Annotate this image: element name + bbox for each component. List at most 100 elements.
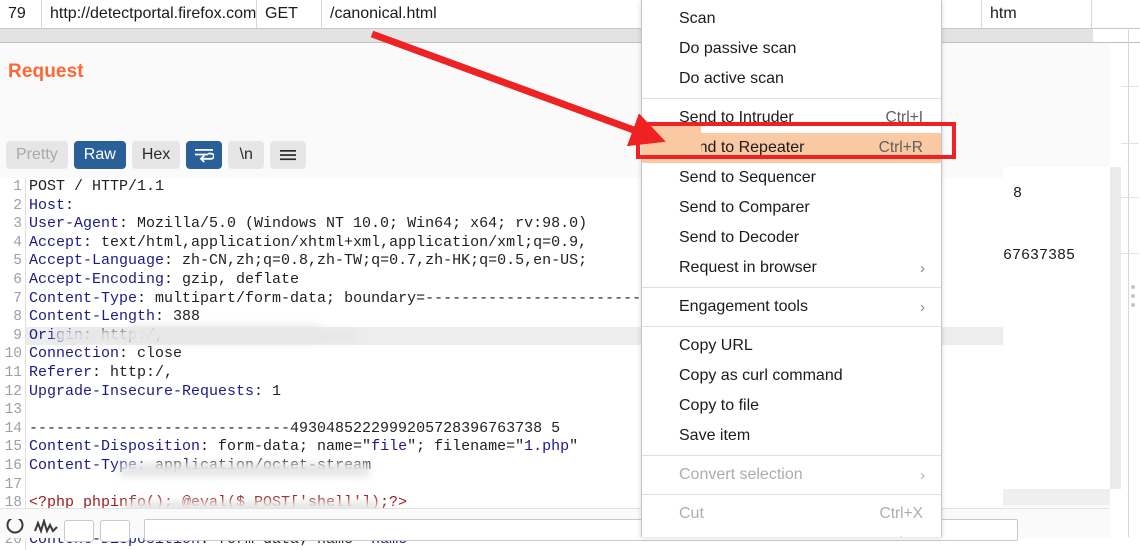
chevron-right-icon: › xyxy=(920,259,925,277)
menu-separator xyxy=(642,494,941,495)
menu-item-label: Convert selection xyxy=(679,466,803,483)
menu-item-shortcut: Ctrl+X xyxy=(879,505,924,522)
code-token: : zh-CN,zh;q=0.8,zh-TW;q=0.7,zh-HK;q=0.5… xyxy=(164,252,588,270)
menu-item-send-to-comparer[interactable]: Send to Comparer xyxy=(642,193,941,223)
line-number: 15 xyxy=(4,439,22,456)
divider-tick xyxy=(1121,197,1139,198)
code-token: Connection xyxy=(29,345,120,363)
code-token: : Mozilla/5.0 (Windows NT 10.0; Win64; x… xyxy=(119,215,588,233)
code-token: Content-Disposition xyxy=(29,438,201,456)
search-prev-button[interactable] xyxy=(64,519,94,542)
chevron-right-icon: › xyxy=(920,298,925,316)
line-number: 14 xyxy=(4,420,22,437)
line-number: 16 xyxy=(4,458,22,474)
search-next-button[interactable] xyxy=(100,519,130,542)
request-code-editor[interactable]: 1234567891011121314151617181920 POST / H… xyxy=(0,178,1110,550)
line-number: 11 xyxy=(4,365,22,381)
code-line: Content-Disposition: form-data; name="fi… xyxy=(29,438,578,457)
tab-raw[interactable]: Raw xyxy=(73,141,126,169)
editor-toolbar: Pretty Raw Hex \n xyxy=(6,141,307,169)
menu-item-copy-as-curl-command[interactable]: Copy as curl command xyxy=(642,361,941,391)
context-menu[interactable]: Scan Do passive scan Do active scan Send to… xyxy=(641,0,942,537)
tab-pretty[interactable]: Pretty xyxy=(6,141,68,169)
response-body-background xyxy=(1003,167,1110,489)
menu-item-scan[interactable]: Scan xyxy=(642,4,941,34)
waveform-icon[interactable] xyxy=(34,517,58,542)
vertical-scrollbar[interactable] xyxy=(1110,167,1121,489)
menu-item-convert-selection: Convert selection › xyxy=(642,460,941,490)
line-number: 17 xyxy=(4,476,22,493)
menu-item-label: Save item xyxy=(679,427,751,444)
menu-item-do-passive-scan[interactable]: Do passive scan xyxy=(642,34,941,64)
code-line: User-Agent: Mozilla/5.0 (Windows NT 10.0… xyxy=(29,215,587,234)
menu-item-shortcut: Ctrl+I xyxy=(885,109,923,126)
code-token: Upgrade-Insecure-Requests xyxy=(29,382,255,400)
tab-hex[interactable]: Hex xyxy=(131,141,181,169)
menu-separator xyxy=(642,287,941,288)
gutter-divider xyxy=(25,178,26,550)
response-status-band xyxy=(1003,489,1110,505)
line-number: 8 xyxy=(13,309,22,326)
menu-item-engagement-tools[interactable]: Engagement tools › xyxy=(642,292,941,322)
code-token: Accept-Language xyxy=(29,252,165,270)
code-line: Content-Type: multipart/form-data; bound… xyxy=(29,290,668,309)
code-token: : text/html,application/xhtml+xml,applic… xyxy=(83,233,588,251)
menu-item-copy-url[interactable]: Copy URL xyxy=(642,331,941,361)
panel-divider[interactable] xyxy=(1128,30,1129,537)
line-number: 7 xyxy=(13,290,22,307)
code-token: 1.php xyxy=(524,438,570,456)
menu-item-label: Send to Decoder xyxy=(679,229,800,246)
line-number: 5 xyxy=(13,253,22,270)
divider-tick xyxy=(1121,253,1139,254)
code-line: Upgrade-Insecure-Requests: 1 xyxy=(29,383,281,402)
code-token: Referer xyxy=(29,364,93,381)
code-line: Connection: close xyxy=(29,345,182,364)
menu-item-send-to-decoder[interactable]: Send to Decoder xyxy=(642,223,941,253)
menu-item-request-in-browser[interactable]: Request in browser › xyxy=(642,253,941,283)
search-bar-controls xyxy=(6,516,130,542)
line-number: 12 xyxy=(4,383,22,400)
code-token: " xyxy=(569,438,579,456)
menu-item-save-item[interactable]: Save item xyxy=(642,421,941,451)
search-magnifier-icon[interactable] xyxy=(6,516,28,542)
divider-grip[interactable] xyxy=(1131,285,1136,311)
menu-item-label: Send to Comparer xyxy=(679,199,810,216)
code-token: "; filename=" xyxy=(407,438,525,456)
code-token: Accept-Encoding xyxy=(29,271,165,288)
menu-item-do-active-scan[interactable]: Do active scan xyxy=(642,64,941,94)
page-title: Request xyxy=(8,61,84,82)
menu-item-send-to-sequencer[interactable]: Send to Sequencer xyxy=(642,163,941,193)
redaction-smudge xyxy=(120,463,370,477)
code-token: : close xyxy=(119,345,183,363)
code-token: User-Agent xyxy=(29,215,120,233)
chevron-right-icon: › xyxy=(920,466,925,484)
line-number: 10 xyxy=(4,346,22,363)
cell-host: http://detectportal.firefox.com xyxy=(42,0,257,28)
line-number: 13 xyxy=(4,402,22,419)
cell-extension: htm xyxy=(982,0,1092,28)
code-token: : xyxy=(65,196,84,214)
proxy-history-table[interactable]: 79 http://detectportal.firefox.com GET /… xyxy=(0,0,1140,28)
word-wrap-icon[interactable] xyxy=(186,141,223,169)
code-line: Accept: text/html,application/xhtml+xml,… xyxy=(29,234,587,253)
code-line: Accept-Language: zh-CN,zh;q=0.8,zh-TW;q=… xyxy=(29,252,587,271)
menu-item-copy-to-file[interactable]: Copy to file xyxy=(642,391,941,421)
code-token: : gzip, deflate xyxy=(164,271,300,288)
code-token: : 1 xyxy=(254,382,282,400)
code-token: Host xyxy=(29,196,66,214)
code-lines: POST / HTTP/1.1 Host: User-Agent: Mozilla… xyxy=(29,178,1110,550)
menu-item-shortcut: Ctrl+R xyxy=(878,139,923,156)
menu-item-label: Copy URL xyxy=(679,337,753,354)
menu-item-label: Send to Intruder xyxy=(679,109,794,126)
repeater-highlight-extension xyxy=(641,126,701,155)
table-row[interactable]: 79 http://detectportal.firefox.com GET /… xyxy=(0,0,1140,28)
background-boundary-fragment: 67637385 xyxy=(1003,247,1076,264)
menu-item-copy: CopyCtrl+C xyxy=(642,529,941,537)
hamburger-menu-icon[interactable] xyxy=(270,141,307,169)
newline-toggle-icon[interactable]: \n xyxy=(228,141,265,169)
menu-separator xyxy=(642,98,941,99)
code-line: -----------------------------49304852229… xyxy=(29,420,560,439)
code-line: Host: xyxy=(29,197,83,216)
line-number: 4 xyxy=(13,234,22,251)
cell-method: GET xyxy=(257,0,322,28)
